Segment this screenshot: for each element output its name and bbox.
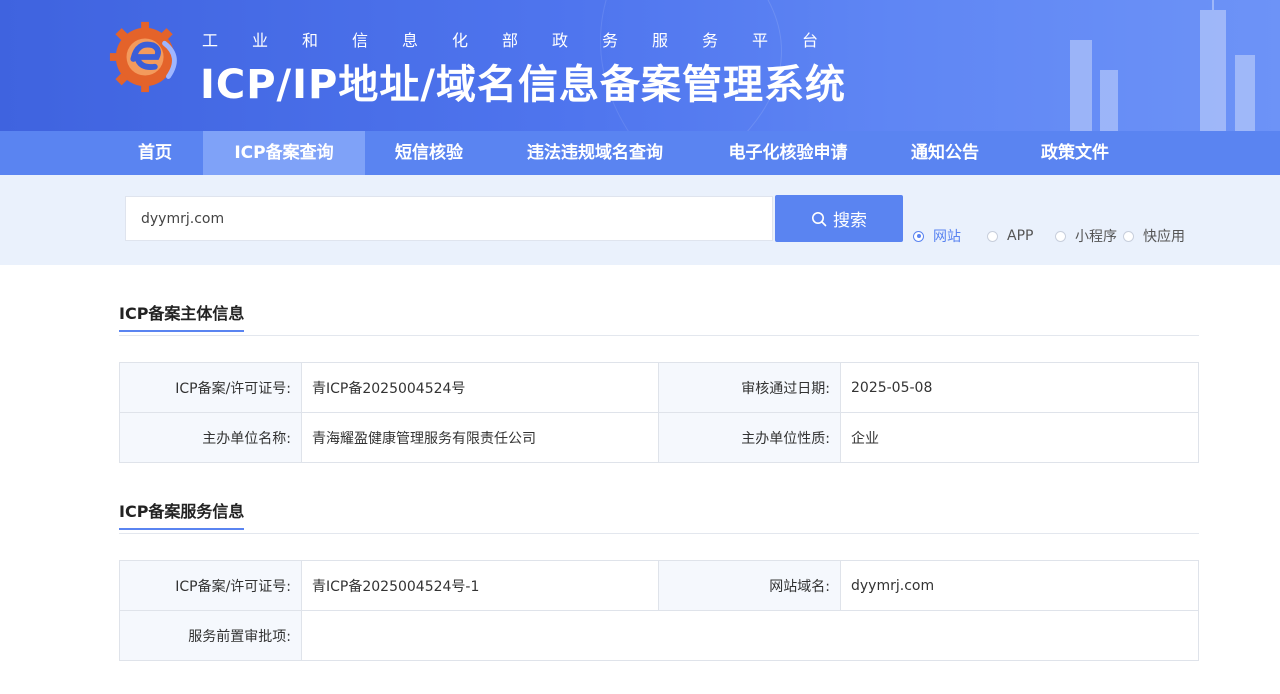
- field-label: 主办单位名称:: [119, 412, 302, 463]
- table-row: ICP备案/许可证号: 青ICP备2025004524号-1 网站域名: dyy…: [119, 560, 1199, 611]
- field-value: 企业: [840, 412, 1199, 463]
- field-label: 服务前置审批项:: [119, 610, 302, 661]
- city-skyline-decoration: [1070, 0, 1255, 131]
- field-value: 2025-05-08: [840, 362, 1199, 413]
- search-button-label: 搜索: [833, 211, 867, 231]
- header-banner: 工业 和信 息化 部政 务服 务平 台 ICP/IP地址/域名信息备案管理系统: [0, 0, 1280, 131]
- search-button[interactable]: 搜索: [775, 195, 903, 242]
- nav-item-policy-docs[interactable]: 政策文件: [1026, 131, 1124, 175]
- nav-item-icp-query[interactable]: ICP备案查询: [203, 131, 365, 175]
- field-value: dyymrj.com: [840, 560, 1199, 611]
- field-value: 青ICP备2025004524号: [301, 362, 659, 413]
- field-value: 青海耀盈健康管理服务有限责任公司: [301, 412, 659, 463]
- nav-item-illegal-domain-query[interactable]: 违法违规域名查询: [510, 131, 680, 175]
- field-label: 审核通过日期:: [658, 362, 841, 413]
- field-label: 网站域名:: [658, 560, 841, 611]
- nav-item-sms-verify[interactable]: 短信核验: [380, 131, 478, 175]
- radio-website[interactable]: 网站: [913, 226, 987, 246]
- section-title-subject: ICP备案主体信息: [119, 300, 245, 332]
- field-label: ICP备案/许可证号:: [119, 560, 302, 611]
- nav-item-notices[interactable]: 通知公告: [896, 131, 994, 175]
- subject-info-table: ICP备案/许可证号: 青ICP备2025004524号 审核通过日期: 202…: [119, 362, 1199, 463]
- radio-quick-app[interactable]: 快应用: [1123, 226, 1193, 246]
- radio-dot: [987, 230, 998, 242]
- field-value: [301, 610, 1199, 661]
- system-title: ICP/IP地址/域名信息备案管理系统: [200, 62, 846, 108]
- field-value: 青ICP备2025004524号-1: [301, 560, 659, 611]
- radio-mini-program[interactable]: 小程序: [1055, 226, 1123, 246]
- field-label: 主办单位性质:: [658, 412, 841, 463]
- section-divider: [119, 533, 1199, 534]
- search-icon: [812, 211, 827, 226]
- section-title-service: ICP备案服务信息: [119, 498, 245, 530]
- search-input[interactable]: dyymrj.com: [125, 196, 773, 241]
- main-nav: 首页 ICP备案查询 短信核验 违法违规域名查询 电子化核验申请 通知公告 政策…: [0, 131, 1280, 175]
- radio-app[interactable]: APP: [987, 226, 1055, 246]
- radio-dot: [913, 230, 924, 242]
- radio-label: 小程序: [1075, 229, 1117, 245]
- table-row: ICP备案/许可证号: 青ICP备2025004524号 审核通过日期: 202…: [119, 362, 1199, 413]
- table-row: 主办单位名称: 青海耀盈健康管理服务有限责任公司 主办单位性质: 企业: [119, 412, 1199, 463]
- search-band: dyymrj.com 搜索 网站 APP 小程序 快应用: [0, 175, 1280, 265]
- nav-item-home[interactable]: 首页: [120, 131, 190, 175]
- miit-logo-icon: [109, 21, 177, 93]
- radio-dot: [1055, 230, 1066, 242]
- radio-dot: [1123, 230, 1134, 242]
- radio-label: APP: [1007, 228, 1034, 244]
- ministry-subtitle: 工业 和信 息化 部政 务服 务平 台: [201, 31, 818, 50]
- search-type-radios: 网站 APP 小程序 快应用: [913, 226, 1193, 246]
- section-divider: [119, 335, 1199, 336]
- field-label: ICP备案/许可证号:: [119, 362, 302, 413]
- radio-label: 快应用: [1143, 229, 1185, 245]
- radio-label: 网站: [933, 229, 961, 245]
- service-info-table: ICP备案/许可证号: 青ICP备2025004524号-1 网站域名: dyy…: [119, 560, 1199, 661]
- table-row: 服务前置审批项:: [119, 610, 1199, 661]
- nav-item-e-verify-apply[interactable]: 电子化核验申请: [712, 131, 864, 175]
